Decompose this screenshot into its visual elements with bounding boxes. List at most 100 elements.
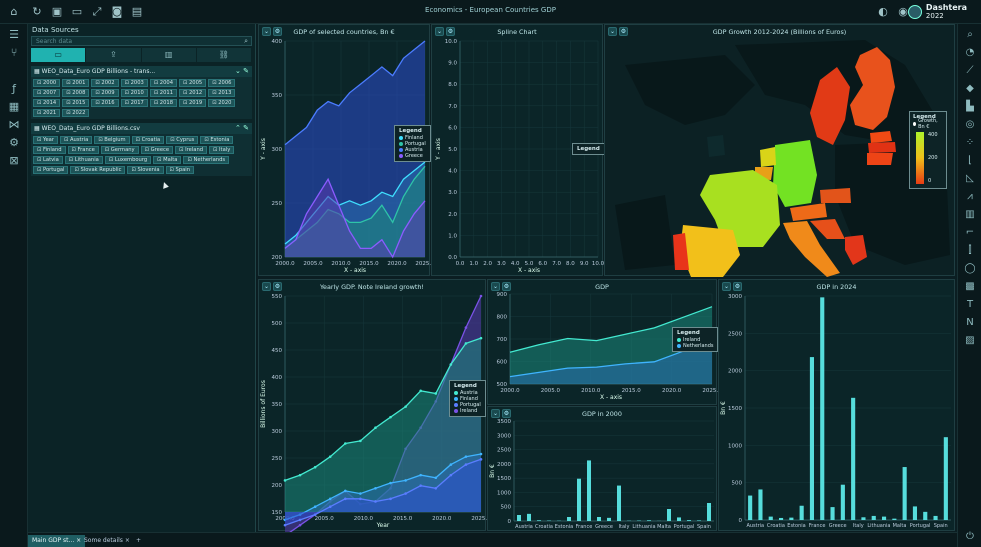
column-chip[interactable]: ⊡ Netherlands	[183, 156, 230, 164]
europe-map[interactable]	[605, 25, 956, 277]
line-chart-icon[interactable]: ⟋	[963, 64, 977, 78]
chart-panel-gdp[interactable]: ⌄ ⚙ GDP 500 600 700 800 900 2000.0 2005.0 2010.0…	[487, 279, 719, 405]
map-legend[interactable]: Legend Growth, Bn € 400 200 0	[909, 111, 947, 189]
edit-icon[interactable]: ✎	[243, 124, 249, 132]
database-icon[interactable]: ☰	[7, 28, 21, 42]
add-tab-button[interactable]: +	[132, 535, 145, 547]
function-icon[interactable]: ƒ	[7, 82, 21, 96]
column-chip[interactable]: ⊡ Cyprus	[166, 136, 199, 144]
tab-upload[interactable]: ⇪	[86, 48, 142, 62]
chart-legend[interactable]: Legend	[572, 143, 605, 155]
column-chip[interactable]: ⊡ Slovenia	[127, 166, 164, 174]
column-chip[interactable]: ⊡ France	[67, 146, 99, 154]
pie-chart-icon[interactable]: ◔	[963, 46, 977, 60]
tab-files[interactable]: ▭	[31, 48, 87, 62]
column-chip[interactable]: ⊡ 2022	[62, 109, 90, 117]
column-chip[interactable]: ⊡ 2009	[91, 89, 119, 97]
globe-icon[interactable]: ◎	[963, 118, 977, 132]
bar-chart[interactable]: 0 500 1000 1500 2000 2500 3000 3500 Bn € Austria C…	[488, 407, 718, 532]
column-chip[interactable]: ⊡ 2006	[208, 79, 236, 87]
tab-some-details[interactable]: Some details ×	[80, 535, 134, 547]
bar-chart[interactable]: 0 500 1000 1500 2000 2500 3000 Bn € Austria Croat…	[719, 280, 956, 532]
chevron-up-icon[interactable]: ⌃	[235, 124, 241, 132]
column-chip[interactable]: ⊡ 2008	[62, 89, 90, 97]
column-chip[interactable]: ⊡ Estonia	[200, 136, 234, 144]
chart-panel-gdp-selected[interactable]: ⌄ ⚙ GDP of selected countries, Bn € 200 25…	[258, 24, 431, 276]
area-chart-icon[interactable]: ◺	[963, 172, 977, 186]
step-chart-icon[interactable]: ⌐	[963, 226, 977, 240]
column-chip[interactable]: ⊡ 2012	[179, 89, 207, 97]
note-icon[interactable]: N	[963, 316, 977, 330]
column-chip[interactable]: ⊡ 2020	[208, 99, 236, 107]
map-panel-gdp-growth[interactable]: ⌄ ⚙ GDP Growth 2012-2024 (Billions of Eur…	[604, 24, 956, 277]
column-chip[interactable]: ⊡ Malta	[153, 156, 182, 164]
column-chip[interactable]: ⊡ 2015	[62, 99, 90, 107]
column-chip[interactable]: ⊡ 2016	[91, 99, 119, 107]
column-chip[interactable]: ⊡ Germany	[100, 146, 139, 154]
search-input[interactable]: Search data ⌕	[31, 36, 252, 46]
bar-chart-icon[interactable]: ▙	[963, 100, 977, 114]
connector-icon[interactable]: ⑂	[7, 46, 21, 60]
chart-legend[interactable]: Legend Austria Finland Portugal Ireland	[449, 380, 486, 417]
tab-server[interactable]: ▥	[141, 48, 197, 62]
column-chip[interactable]: ⊡ Ireland	[175, 146, 208, 154]
column-chip[interactable]: ⊡ 2017	[120, 99, 148, 107]
chart-panel-spline[interactable]: ⌄ ⚙ Spline Chart 0.0 1.0 2.0 3.0 4.0 5.0 6.0 7.0…	[431, 24, 605, 276]
chart-panel-gdp-2024[interactable]: ⌄ ⚙ GDP in 2024 0 500 1000 1500 2000 2500 3000 B…	[718, 279, 955, 531]
column-chip[interactable]: ⊡ Luxembourg	[104, 156, 152, 164]
text-icon[interactable]: T	[963, 298, 977, 312]
share-icon[interactable]: ⋈	[7, 118, 21, 132]
candlestick-icon[interactable]: ⫿	[963, 244, 977, 258]
axis-chart-icon[interactable]: ⌊	[963, 154, 977, 168]
column-chip[interactable]: ⊡ Year	[33, 136, 58, 144]
column-chip[interactable]: ⊡ Croatia	[131, 136, 165, 144]
tab-link[interactable]: ⛓	[196, 48, 252, 62]
column-chart-icon[interactable]: ▥	[963, 208, 977, 222]
column-chip[interactable]: ⊡ 2021	[33, 109, 61, 117]
cube-icon[interactable]: ◆	[963, 82, 977, 96]
column-chip[interactable]: ⊡ Slovak Republic	[70, 166, 126, 174]
filter-icon[interactable]: ⊠	[7, 154, 21, 168]
column-chip[interactable]: ⊡ 2001	[62, 79, 90, 87]
column-chip[interactable]: ⊡ Spain	[165, 166, 195, 174]
search-icon[interactable]: ⌕	[963, 28, 977, 42]
column-chip[interactable]: ⊡ 2013	[208, 89, 236, 97]
column-chip[interactable]: ⊡ 2005	[179, 79, 207, 87]
column-chip[interactable]: ⊡ 2004	[149, 79, 178, 87]
column-chip[interactable]: ⊡ Latvia	[33, 156, 63, 164]
column-chip[interactable]: ⊡ Belgium	[94, 136, 130, 144]
column-chip[interactable]: ⊡ 2007	[33, 89, 61, 97]
chart-panel-gdp-2000[interactable]: ⌄ ⚙ GDP in 2000 0 500 1000 1500 2000 2500 3000 3…	[487, 406, 717, 531]
chart-legend[interactable]: Legend Ireland Netherlands	[672, 327, 719, 352]
column-chip[interactable]: ⊡ 2010	[120, 89, 148, 97]
chart-panel-yearly-gdp[interactable]: ⌄ ⚙ Yearly GDP. Note Ireland growth! 150 2…	[258, 279, 487, 532]
heatmap-icon[interactable]: ▩	[963, 280, 977, 294]
chevron-down-icon[interactable]: ⌄	[235, 67, 241, 75]
column-chip[interactable]: ⊡ 2000	[33, 79, 61, 87]
tab-main-gdp[interactable]: Main GDP st... ×	[28, 535, 86, 547]
mountain-chart-icon[interactable]: ⩘	[963, 190, 977, 204]
chart-legend[interactable]: Legend Finland Portugal Austria Greece	[394, 125, 431, 162]
theme-toggle-icon[interactable]: ◐	[876, 5, 890, 19]
radar-icon[interactable]: ◯	[963, 262, 977, 276]
column-chip[interactable]: ⊡ 2002	[91, 79, 119, 87]
power-icon[interactable]: ⏻	[963, 530, 977, 544]
layout-icon[interactable]: ▦	[7, 100, 21, 114]
column-chip[interactable]: ⊡ Finland	[33, 146, 66, 154]
column-chip[interactable]: ⊡ Portugal	[33, 166, 69, 174]
settings-icon[interactable]: ⚙	[7, 136, 21, 150]
scatter-chart-icon[interactable]: ⁘	[963, 136, 977, 150]
column-chip[interactable]: ⊡ Austria	[59, 136, 93, 144]
file-header[interactable]: ▦ WEO_Data_Euro GDP Billions - trans... …	[31, 66, 252, 77]
column-chip[interactable]: ⊡ Italy	[209, 146, 235, 154]
file-header[interactable]: ▦ WEO_Data_Euro GDP Billions.csv ⌃ ✎	[31, 123, 252, 134]
column-chip[interactable]: ⊡ 2014	[33, 99, 61, 107]
column-chip[interactable]: ⊡ 2018	[149, 99, 178, 107]
column-chip[interactable]: ⊡ Lithuania	[64, 156, 103, 164]
search-icon[interactable]: ⌕	[244, 37, 248, 46]
column-chip[interactable]: ⊡ 2019	[179, 99, 207, 107]
edit-icon[interactable]: ✎	[243, 67, 249, 75]
column-chip[interactable]: ⊡ 2011	[149, 89, 178, 97]
column-chip[interactable]: ⊡ 2003	[120, 79, 148, 87]
image-icon[interactable]: ▨	[963, 334, 977, 348]
